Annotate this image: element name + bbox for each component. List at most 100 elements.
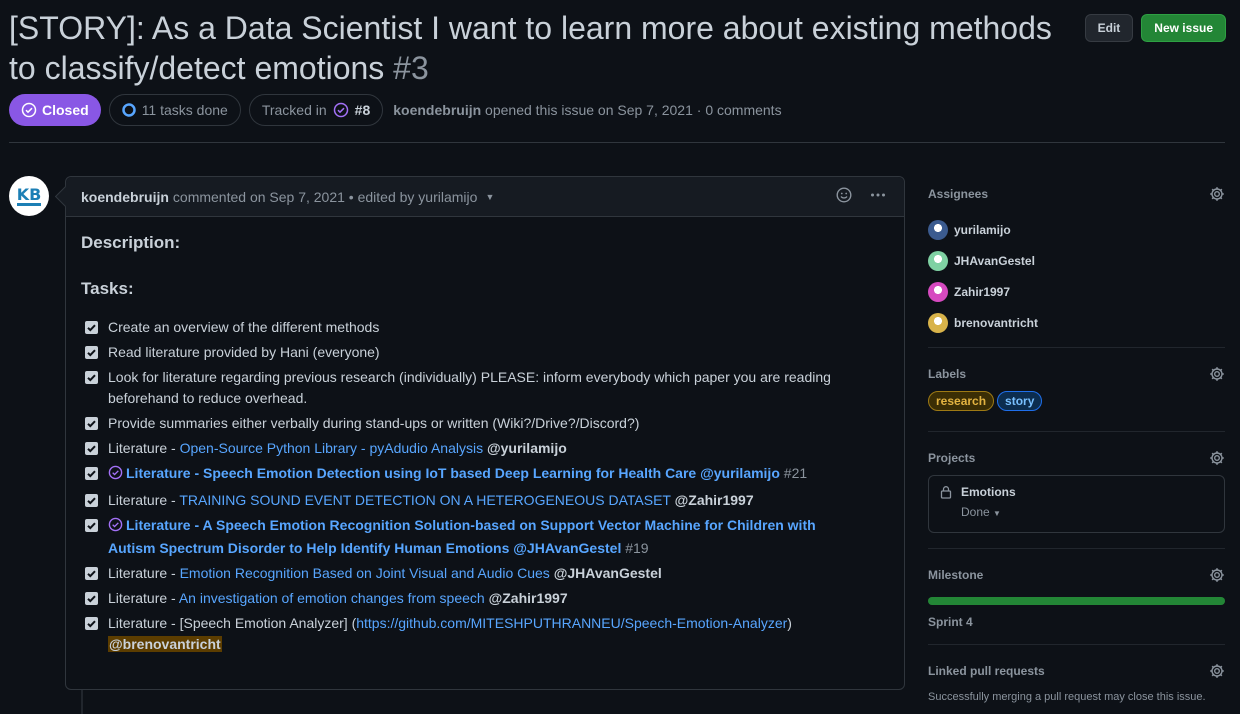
assignee-avatar	[928, 219, 948, 240]
task-mention[interactable]: @Zahir1997	[675, 492, 754, 508]
header-divider	[9, 142, 1225, 143]
assignees-title: Assignees	[928, 187, 989, 201]
task-checkbox[interactable]	[85, 442, 98, 455]
task-mention[interactable]: @JHAvanGestel	[554, 565, 662, 581]
task-item: Literature - TRAINING SOUND EVENT DETECT…	[84, 490, 834, 511]
kb-logo-icon: KB	[17, 185, 42, 206]
task-mention[interactable]: @Zahir1997	[489, 590, 568, 606]
linked-prs-title: Linked pull requests	[928, 664, 1045, 678]
new-issue-button[interactable]: New issue	[1141, 14, 1226, 42]
task-issue-ref[interactable]: #19	[625, 540, 648, 556]
milestone-header[interactable]: Milestone	[928, 567, 1225, 583]
task-checkbox[interactable]	[85, 592, 98, 605]
label-story[interactable]: story	[997, 391, 1043, 411]
comment-actions	[836, 187, 886, 203]
labels-header[interactable]: Labels	[928, 366, 1225, 382]
task-checkbox[interactable]	[85, 321, 98, 334]
timeline-line	[81, 690, 83, 714]
task-link[interactable]: Emotion Recognition Based on Joint Visua…	[180, 565, 550, 581]
task-prefix: Literature -	[108, 440, 180, 456]
task-item: Literature - Emotion Recognition Based o…	[84, 563, 834, 584]
description-heading: Description:	[81, 233, 181, 252]
smiley-icon[interactable]	[836, 187, 852, 203]
task-link[interactable]: Open-Source Python Library - pyAdudio An…	[180, 440, 484, 456]
milestone-progress-bar	[928, 597, 1225, 605]
labels-title: Labels	[928, 367, 967, 381]
gear-icon[interactable]	[1209, 450, 1225, 466]
assignees-header[interactable]: Assignees	[928, 186, 1225, 202]
task-item: Create an overview of the different meth…	[84, 317, 834, 338]
state-badge: Closed	[9, 94, 101, 126]
task-item: Literature - [Speech Emotion Analyzer] (…	[84, 613, 834, 655]
gear-icon[interactable]	[1209, 186, 1225, 202]
header-actions: Edit New issue	[1084, 14, 1226, 42]
tracked-in-label: Tracked in	[261, 102, 327, 118]
projects-header[interactable]: Projects	[928, 450, 1225, 466]
task-issue-link[interactable]: Literature - A Speech Emotion Recognitio…	[108, 517, 816, 556]
task-prefix: Literature -	[108, 565, 180, 581]
chevron-down-icon: ▼	[993, 509, 1001, 518]
task-checkbox[interactable]	[85, 519, 98, 532]
gear-icon[interactable]	[1209, 366, 1225, 382]
task-issue-link[interactable]: Literature - Speech Emotion Detection us…	[126, 465, 780, 481]
tracked-in-badge[interactable]: Tracked in #8	[248, 94, 384, 126]
milestone-section: Milestone Sprint 4	[928, 549, 1225, 645]
author-avatar[interactable]: KB	[9, 176, 49, 216]
task-text: Look for literature regarding previous r…	[108, 369, 831, 406]
projects-section: Projects Emotions Done ▼	[928, 432, 1225, 549]
edit-history-chevron-icon[interactable]: ▼	[485, 192, 494, 202]
task-link[interactable]: TRAINING SOUND EVENT DETECTION ON A HETE…	[179, 492, 670, 508]
assignee-avatar	[928, 281, 948, 302]
task-item: Literature - A Speech Emotion Recognitio…	[84, 515, 834, 559]
opened-text: opened this issue on Sep 7, 2021 · 0 com…	[485, 102, 782, 118]
project-card[interactable]: Emotions Done ▼	[928, 475, 1225, 533]
task-link[interactable]: An investigation of emotion changes from…	[179, 590, 485, 606]
tracked-in-ref: #8	[354, 102, 371, 118]
linked-prs-header[interactable]: Linked pull requests	[928, 663, 1225, 679]
task-item: Provide summaries either verbally during…	[84, 413, 834, 434]
assignee-item[interactable]: Zahir1997	[928, 276, 1225, 307]
linked-prs-hint: Successfully merging a pull request may …	[928, 691, 1206, 703]
assignee-avatar	[928, 312, 948, 333]
comment-header: koendebruijn commented on Sep 7, 2021 • …	[66, 177, 904, 217]
task-checkbox[interactable]	[85, 617, 98, 630]
task-checkbox[interactable]	[85, 467, 98, 480]
kebab-menu-icon[interactable]	[870, 187, 886, 203]
task-item: Literature - An investigation of emotion…	[84, 588, 834, 609]
gear-icon[interactable]	[1209, 567, 1225, 583]
issue-author-link[interactable]: koendebruijn	[393, 102, 481, 118]
task-checkbox[interactable]	[85, 494, 98, 507]
task-mention[interactable]: @yurilamijo	[487, 440, 567, 456]
comment-body: Description: Tasks: Create an overview o…	[66, 217, 904, 673]
task-mention[interactable]: @brenovantricht	[108, 636, 222, 652]
task-text: Provide summaries either verbally during…	[108, 415, 640, 431]
task-checkbox[interactable]	[85, 346, 98, 359]
issue-comment: koendebruijn commented on Sep 7, 2021 • …	[65, 176, 905, 690]
tasks-done-badge[interactable]: 11 tasks done	[108, 94, 241, 126]
milestone-name[interactable]: Sprint 4	[928, 615, 1225, 629]
avatar-text: KB	[17, 185, 42, 204]
lock-icon	[940, 486, 952, 499]
closed-issue-icon	[108, 517, 123, 538]
gear-icon[interactable]	[1209, 663, 1225, 679]
task-item: Literature - Speech Emotion Detection us…	[84, 463, 834, 486]
assignee-avatar	[928, 250, 948, 271]
assignee-name: Zahir1997	[954, 284, 1011, 299]
task-checkbox[interactable]	[85, 371, 98, 384]
edit-button[interactable]: Edit	[1084, 14, 1134, 42]
progress-circle-icon	[121, 103, 136, 117]
project-status-dropdown[interactable]: Done ▼	[961, 505, 1214, 519]
assignee-item[interactable]: JHAvanGestel	[928, 245, 1225, 276]
task-link[interactable]: https://github.com/MITESHPUTHRANNEU/Spee…	[356, 615, 787, 631]
assignee-item[interactable]: yurilamijo	[928, 214, 1225, 245]
task-issue-ref[interactable]: #21	[784, 465, 807, 481]
task-checkbox[interactable]	[85, 417, 98, 430]
issue-title-text: [STORY]: As a Data Scientist I want to l…	[9, 10, 1052, 86]
assignees-section: Assignees yurilamijo JHAvanGestel Zahir199…	[928, 186, 1225, 348]
task-checkbox[interactable]	[85, 567, 98, 580]
label-list: research story	[928, 391, 1225, 411]
closed-issue-icon	[108, 465, 123, 486]
comment-author[interactable]: koendebruijn	[81, 189, 169, 205]
assignee-item[interactable]: brenovantricht	[928, 307, 1225, 338]
label-research[interactable]: research	[928, 391, 995, 411]
